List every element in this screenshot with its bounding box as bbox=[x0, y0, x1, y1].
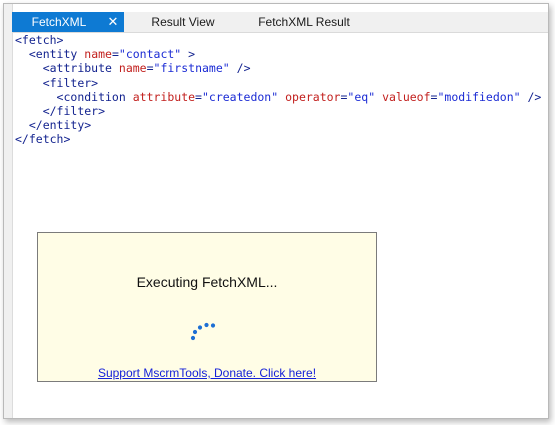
loading-spinner-icon bbox=[190, 322, 216, 341]
tab-result-view-label: Result View bbox=[151, 15, 215, 29]
tab-fetchxml-label: FetchXML bbox=[31, 15, 87, 29]
editor-line: <filter> bbox=[42, 75, 99, 90]
editor-line: </fetch> bbox=[15, 132, 71, 147]
editor-line: <entity name="contact" > bbox=[28, 47, 196, 62]
tab-result-view[interactable]: Result View bbox=[124, 12, 242, 32]
close-icon[interactable]: ✕ bbox=[106, 12, 120, 32]
tab-fetchxml-result-label: FetchXML Result bbox=[258, 15, 350, 29]
tab-bar: FetchXML ✕ Result View FetchXML Result bbox=[12, 12, 548, 33]
tab-fetchxml-result[interactable]: FetchXML Result bbox=[242, 12, 366, 32]
editor-line: <condition attribute="createdon" operato… bbox=[56, 89, 542, 104]
loading-dialog: Executing FetchXML... Support MscrmTools… bbox=[37, 232, 377, 382]
editor-line: </entity> bbox=[28, 118, 92, 133]
donate-link[interactable]: Support MscrmTools, Donate. Click here! bbox=[38, 366, 376, 380]
fetchxml-editor[interactable]: <fetch> <entity name="contact" > <attrib… bbox=[15, 33, 545, 163]
loading-message: Executing FetchXML... bbox=[136, 274, 278, 290]
fetchxml-window: FetchXML ✕ Result View FetchXML Result <… bbox=[3, 3, 549, 419]
editor-line: <fetch> bbox=[15, 33, 64, 47]
left-gutter bbox=[4, 4, 13, 418]
editor-line: </filter> bbox=[42, 103, 106, 118]
tab-fetchxml[interactable]: FetchXML ✕ bbox=[12, 12, 124, 32]
editor-line: <attribute name="firstname" /> bbox=[42, 61, 251, 76]
